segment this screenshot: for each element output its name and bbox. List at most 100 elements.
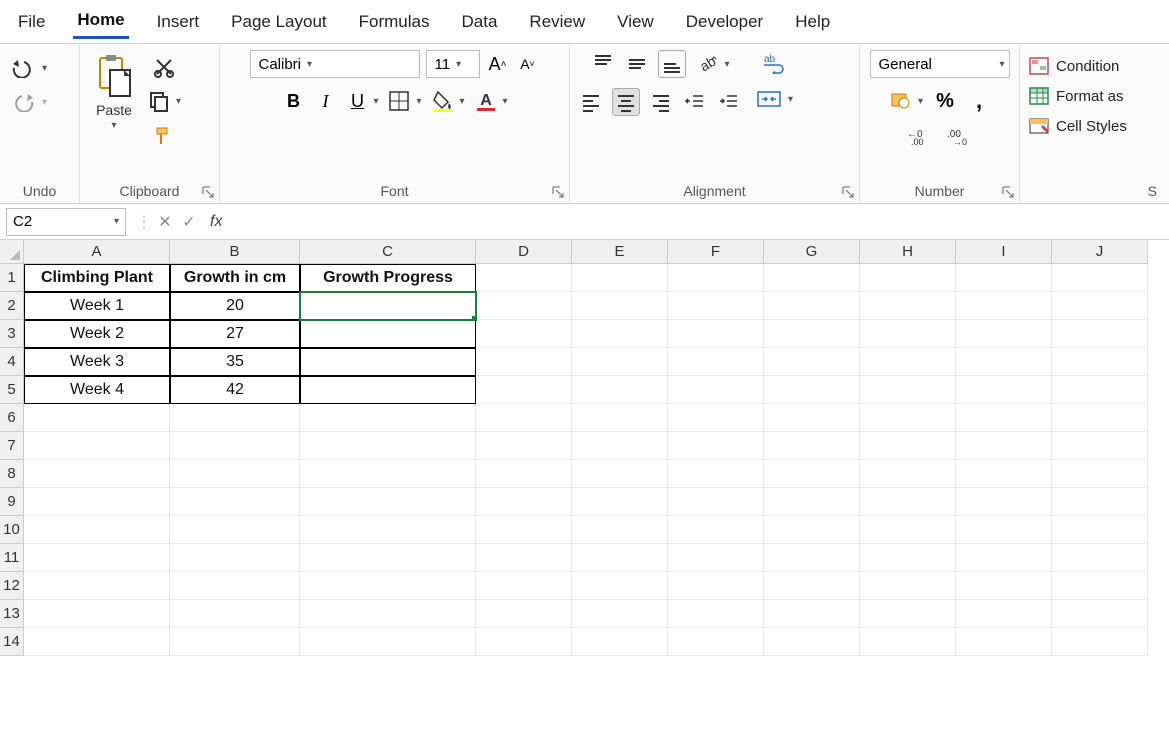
cell-D13[interactable] [476,600,572,628]
cell-A2[interactable]: Week 1 [24,292,170,320]
tab-review[interactable]: Review [525,6,589,38]
cell-A6[interactable] [24,404,170,432]
cell-F6[interactable] [668,404,764,432]
align-center-button[interactable] [612,88,640,116]
decrease-font-button[interactable]: A˅ [516,52,540,76]
cell-B14[interactable] [170,628,300,656]
cell-E7[interactable] [572,432,668,460]
row-header-13[interactable]: 13 [0,600,24,628]
cell-C11[interactable] [300,544,476,572]
cancel-formula-button[interactable]: ✕ [154,211,176,233]
cell-J3[interactable] [1052,320,1148,348]
cell-G11[interactable] [764,544,860,572]
comma-button[interactable]: , [967,86,991,116]
cell-B5[interactable]: 42 [170,376,300,404]
cell-E3[interactable] [572,320,668,348]
increase-font-button[interactable]: A˄ [486,52,510,77]
cell-A9[interactable] [24,488,170,516]
cell-J8[interactable] [1052,460,1148,488]
copy-button[interactable] [146,88,172,114]
cut-button[interactable] [151,54,177,80]
cell-F11[interactable] [668,544,764,572]
cell-G12[interactable] [764,572,860,600]
cell-H2[interactable] [860,292,956,320]
cell-J9[interactable] [1052,488,1148,516]
cell-I10[interactable] [956,516,1052,544]
cell-F3[interactable] [668,320,764,348]
cell-D7[interactable] [476,432,572,460]
tab-file[interactable]: File [14,6,49,38]
row-header-5[interactable]: 5 [0,376,24,404]
cell-A7[interactable] [24,432,170,460]
bold-button[interactable]: B [281,89,305,114]
fill-color-button[interactable] [430,88,456,114]
italic-button[interactable]: I [313,89,337,114]
cell-E14[interactable] [572,628,668,656]
tab-view[interactable]: View [613,6,658,38]
cell-G5[interactable] [764,376,860,404]
decrease-indent-button[interactable] [682,89,708,115]
cell-A4[interactable]: Week 3 [24,348,170,376]
tab-home[interactable]: Home [73,4,128,39]
cell-H1[interactable] [860,264,956,292]
cell-F12[interactable] [668,572,764,600]
cell-G3[interactable] [764,320,860,348]
cell-J1[interactable] [1052,264,1148,292]
cell-F10[interactable] [668,516,764,544]
cell-A5[interactable]: Week 4 [24,376,170,404]
cell-J7[interactable] [1052,432,1148,460]
cell-G4[interactable] [764,348,860,376]
format-as-table-button[interactable]: Format as [1028,84,1124,108]
cell-H6[interactable] [860,404,956,432]
cell-H13[interactable] [860,600,956,628]
cell-B9[interactable] [170,488,300,516]
row-header-3[interactable]: 3 [0,320,24,348]
redo-dropdown[interactable]: ▾ [42,97,47,108]
column-header-F[interactable]: F [668,240,764,264]
column-header-E[interactable]: E [572,240,668,264]
cell-I3[interactable] [956,320,1052,348]
column-header-A[interactable]: A [24,240,170,264]
cell-H5[interactable] [860,376,956,404]
cell-B11[interactable] [170,544,300,572]
cell-I11[interactable] [956,544,1052,572]
copy-dropdown[interactable]: ▾ [176,96,181,107]
cell-H11[interactable] [860,544,956,572]
cell-D11[interactable] [476,544,572,572]
cell-J11[interactable] [1052,544,1148,572]
row-header-8[interactable]: 8 [0,460,24,488]
wrap-text-button[interactable]: ab [759,50,789,76]
cell-C14[interactable] [300,628,476,656]
cell-C12[interactable] [300,572,476,600]
cell-D14[interactable] [476,628,572,656]
number-format-select[interactable]: General ▾ [870,50,1010,78]
cell-E9[interactable] [572,488,668,516]
font-name-select[interactable]: Calibri ▾ [250,50,420,78]
accounting-dropdown[interactable]: ▾ [918,96,923,107]
cell-F4[interactable] [668,348,764,376]
cell-I14[interactable] [956,628,1052,656]
cell-F2[interactable] [668,292,764,320]
orientation-button[interactable]: ab [694,51,720,77]
cell-B3[interactable]: 27 [170,320,300,348]
cell-G9[interactable] [764,488,860,516]
cell-I1[interactable] [956,264,1052,292]
cell-A12[interactable] [24,572,170,600]
cell-D6[interactable] [476,404,572,432]
fill-color-dropdown[interactable]: ▾ [460,96,465,107]
cell-C3[interactable] [300,320,476,348]
column-header-D[interactable]: D [476,240,572,264]
underline-button[interactable]: U [345,89,369,114]
font-color-dropdown[interactable]: ▾ [503,96,508,107]
cell-D12[interactable] [476,572,572,600]
row-header-1[interactable]: 1 [0,264,24,292]
cell-G8[interactable] [764,460,860,488]
cell-F14[interactable] [668,628,764,656]
cell-H9[interactable] [860,488,956,516]
cell-F5[interactable] [668,376,764,404]
cell-D3[interactable] [476,320,572,348]
cell-D5[interactable] [476,376,572,404]
decrease-decimal-button[interactable]: .00→0 [945,124,975,148]
tab-formulas[interactable]: Formulas [355,6,434,38]
cell-C2[interactable] [300,292,476,320]
